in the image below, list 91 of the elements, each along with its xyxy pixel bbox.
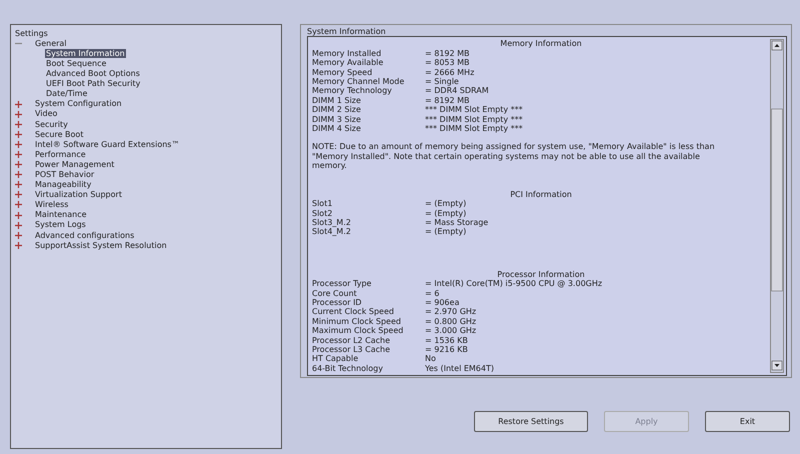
field-label: DIMM 1 Size [312, 96, 362, 106]
scrollbar-drawing[interactable] [770, 39, 784, 374]
tree-item[interactable]: Virtualization Support [34, 190, 123, 200]
tree-item[interactable]: Wireless [34, 200, 70, 210]
field-value: *** DIMM Slot Empty *** [425, 114, 523, 124]
field-value: = DDR4 SDRAM [425, 86, 489, 96]
expand-icon[interactable] [15, 232, 22, 239]
expand-icon[interactable] [15, 212, 22, 219]
tree-item[interactable]: Power Management [34, 160, 116, 170]
field-value: = Single [425, 77, 459, 86]
field-label: Processor L2 Cache [312, 336, 392, 345]
field-value: = (Empty) [425, 208, 466, 218]
field-value: *** DIMM Slot Empty *** [425, 124, 523, 134]
expand-icon[interactable] [15, 161, 22, 168]
field-value: = (Empty) [425, 199, 466, 208]
field-value: = 3.000 GHz [425, 326, 476, 336]
action-button[interactable]: Restore Settings [474, 411, 588, 432]
field-value: = Intel(R) Core(TM) i5-9500 CPU @ 3.00GHz [425, 279, 602, 289]
field-label: Current Clock Speed [312, 307, 395, 317]
expand-icon[interactable] [15, 242, 22, 249]
action-button[interactable]: Exit [705, 411, 790, 432]
expand-icon[interactable] [15, 181, 22, 188]
field-label: Slot1 [312, 199, 334, 208]
field-label: Minimum Clock Speed [312, 316, 402, 326]
expand-icon[interactable] [15, 171, 22, 178]
tree-item[interactable]: Video [34, 109, 58, 119]
field-value: = Mass Storage [425, 218, 488, 228]
field-label: Slot4_M.2 [312, 227, 352, 237]
expand-icon[interactable] [15, 120, 22, 128]
expand-icon[interactable] [15, 201, 22, 208]
group-title: System Information [307, 27, 387, 36]
tree-item[interactable]: Date/Time [45, 89, 88, 99]
expand-icon[interactable] [15, 100, 22, 108]
field-label: DIMM 4 Size [312, 124, 362, 134]
field-value: = (Empty) [425, 227, 466, 237]
expand-icon[interactable] [15, 110, 22, 118]
tree-title: Settings [15, 29, 49, 38]
expand-icon[interactable] [15, 150, 22, 158]
field-label: Memory Available [312, 58, 384, 68]
field-label: Core Count [312, 288, 358, 298]
field-label: Processor ID [312, 298, 363, 308]
expand-icon[interactable] [15, 130, 22, 138]
tree-item[interactable]: Advanced Boot Options [45, 69, 141, 78]
tree-item[interactable]: UEFI Boot Path Security [45, 79, 142, 89]
field-value: = 8192 MB [425, 48, 470, 58]
field-value: = 0.800 GHz [425, 316, 476, 326]
tree-item[interactable]: Manageability [34, 180, 92, 190]
tree-item[interactable]: Performance [34, 150, 87, 160]
field-label: Memory Channel Mode [312, 77, 406, 86]
field-value: = 6 [425, 288, 440, 298]
tree-item[interactable]: System Logs [34, 220, 87, 230]
tree-item[interactable]: POST Behavior [34, 170, 96, 180]
tree-item[interactable]: Security [34, 120, 69, 129]
field-label: Maximum Clock Speed [312, 326, 404, 336]
field-label: DIMM 2 Size [312, 105, 362, 115]
field-value: = 9216 KB [425, 344, 468, 354]
tree-item[interactable]: Secure Boot [34, 130, 84, 139]
tree-item[interactable]: SupportAssist System Resolution [34, 240, 168, 250]
field-value: = 2.970 GHz [425, 307, 476, 317]
field-label: DIMM 3 Size [312, 114, 362, 124]
field-label: Slot2 [312, 208, 334, 218]
field-value: No [425, 354, 436, 364]
field-label: Processor L3 Cache [312, 344, 392, 354]
tree-item[interactable]: System Configuration [34, 99, 123, 109]
field-label: HT Capable [312, 354, 360, 364]
tree-item[interactable]: Boot Sequence [45, 58, 108, 68]
tree-item[interactable]: Maintenance [34, 210, 88, 220]
section-heading: Memory Information [499, 39, 583, 49]
field-label: Memory Technology [312, 86, 393, 96]
field-value: = 1536 KB [425, 336, 468, 345]
field-value: *** DIMM Slot Empty *** [425, 105, 523, 115]
field-label: 64-Bit Technology [312, 364, 384, 374]
expand-icon[interactable] [15, 140, 22, 148]
tree-item[interactable]: Intel® Software Guard Extensions™ [34, 140, 180, 150]
note-text: NOTE: Due to an amount of memory being assigned for system use, "Memory Available" is less than "Memory Installed". Note that certain operating systems may not be able to use all the available memory. [312, 142, 716, 171]
section-heading: PCI Information [509, 190, 573, 200]
field-value: = 2666 MHz [425, 68, 474, 78]
field-value: = 8192 MB [425, 96, 470, 106]
tree-item[interactable]: Advanced configurations [34, 230, 136, 240]
expand-icon[interactable] [15, 191, 22, 198]
field-value: = 8053 MB [425, 58, 470, 68]
field-label: Slot3_M.2 [312, 218, 352, 228]
tree-item[interactable]: System Information [45, 48, 126, 58]
field-label: Processor Type [312, 279, 372, 289]
field-value: Yes (Intel EM64T) [425, 364, 494, 374]
field-label: Memory Installed [312, 48, 382, 58]
field-label: Memory Speed [312, 68, 372, 77]
tree-item[interactable]: General [34, 38, 68, 48]
section-heading: Processor Information [496, 270, 586, 280]
field-value: = 906ea [425, 298, 460, 308]
expand-icon[interactable] [15, 222, 22, 229]
